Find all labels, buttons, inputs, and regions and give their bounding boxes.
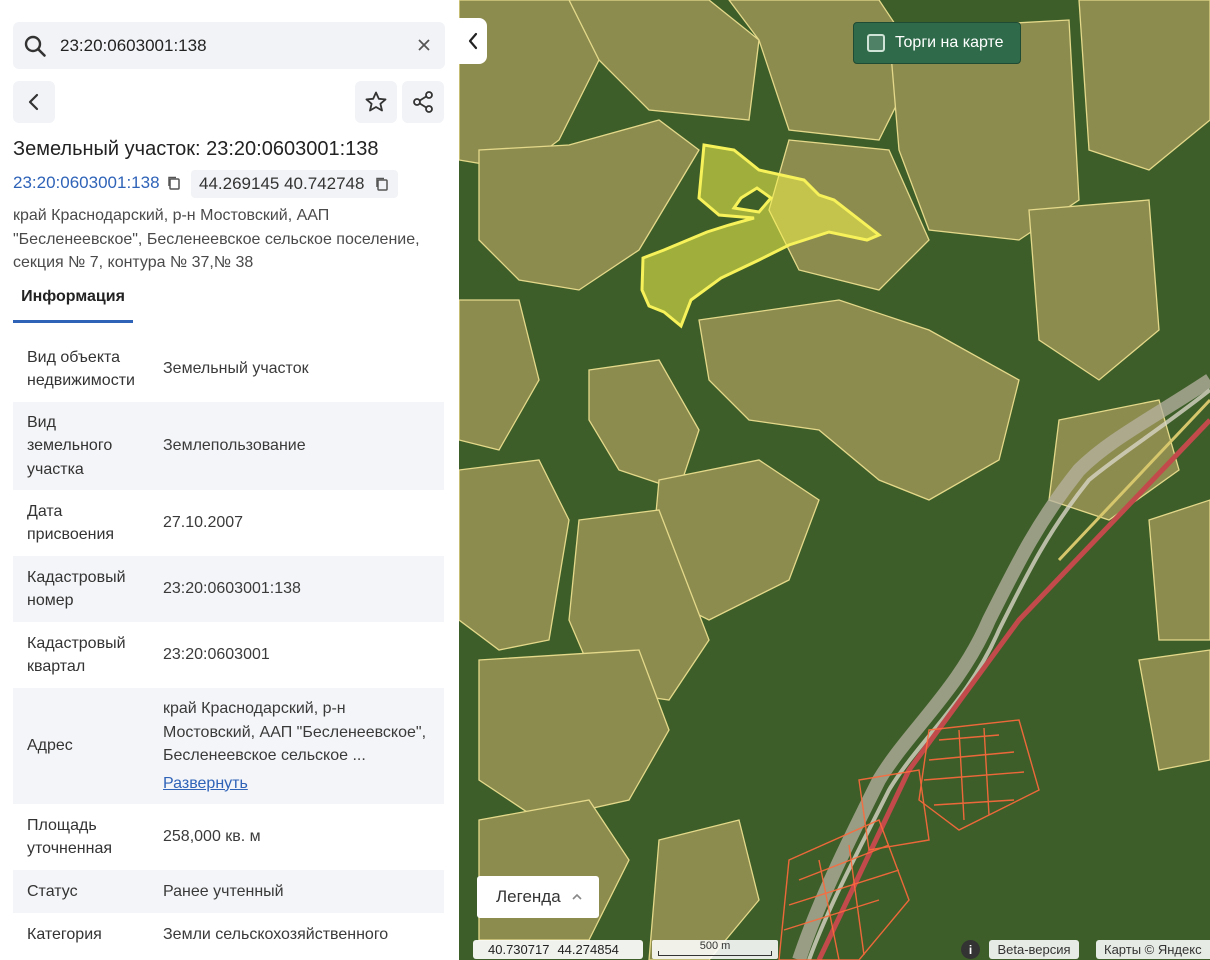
legend-label: Легенда <box>496 887 561 906</box>
auctions-label: Торги на карте <box>895 34 1004 51</box>
row-key: Дата присвоения <box>27 502 115 544</box>
row-value: 23:20:0603001 <box>163 646 270 664</box>
scale-line <box>658 951 772 956</box>
collapse-panel-button[interactable] <box>459 18 487 64</box>
row-key: Вид земельного участка <box>27 413 113 478</box>
search-icon[interactable] <box>23 34 47 58</box>
back-button[interactable] <box>13 81 55 123</box>
row-value: 23:20:0603001:138 <box>163 580 301 598</box>
legend-button[interactable]: Легенда <box>477 876 599 918</box>
table-row: Кадастровый квартал 23:20:0603001 <box>13 622 444 688</box>
address-text: край Краснодарский, р-н Мостовский, ААП … <box>13 207 420 271</box>
satellite-map[interactable] <box>459 0 1210 960</box>
favorite-button[interactable] <box>355 81 397 123</box>
table-row: Категория Земли сельскохозяйственного <box>13 913 444 956</box>
info-panel: Земельный участок: 23:20:0603001:138 23:… <box>0 0 459 960</box>
map-view[interactable]: Торги на карте Легенда 40.730717 44.2748… <box>459 0 1210 960</box>
chevron-left-icon <box>468 32 478 50</box>
row-key: Вид объекта недвижимости <box>27 348 135 390</box>
coordinates-text: 44.269145 40.742748 <box>199 174 365 193</box>
share-button[interactable] <box>402 81 444 123</box>
map-footer: 40.730717 44.274854 500 m i Beta-версия … <box>459 938 1210 960</box>
search-bar <box>13 22 445 69</box>
row-key: Кадастровый квартал <box>27 634 126 676</box>
scale-bar: 500 m <box>652 940 778 959</box>
row-value: Землепользование <box>163 437 306 455</box>
row-value: 27.10.2007 <box>163 514 244 532</box>
copy-icon[interactable] <box>374 176 390 192</box>
row-key: Категория <box>27 925 102 943</box>
table-row: Площадь уточненная 258,000 кв. м <box>13 804 444 870</box>
row-value: Земельный участок <box>163 360 309 378</box>
share-icon <box>413 91 433 113</box>
row-key: Статус <box>27 882 78 900</box>
beta-label: Beta-версия <box>989 940 1079 959</box>
star-icon <box>365 91 387 112</box>
table-row: Вид земельного участка Землепользование <box>13 402 444 490</box>
cursor-lon: 40.730717 <box>488 942 550 957</box>
auctions-checkbox[interactable] <box>867 34 885 52</box>
table-row: Дата присвоения 27.10.2007 <box>13 490 444 556</box>
row-value-wrap: край Краснодарский, р-н Мостовский, ААП … <box>163 697 444 795</box>
clear-icon[interactable] <box>415 36 433 54</box>
cursor-lat: 44.274854 <box>557 942 619 957</box>
table-row: Вид объекта недвижимости Земельный участ… <box>13 336 444 402</box>
map-copyright[interactable]: Карты © Яндекс <box>1096 940 1210 959</box>
row-key: Кадастровый номер <box>27 568 126 610</box>
row-value: Земли сельскохозяйственного <box>163 925 389 943</box>
row-value: Ранее учтенный <box>163 882 284 900</box>
auctions-toggle[interactable]: Торги на карте <box>853 22 1021 64</box>
row-key: Площадь уточненная <box>27 816 112 858</box>
row-key: Адрес <box>27 737 73 755</box>
table-row: Кадастровый номер 23:20:0603001:138 <box>13 556 444 622</box>
chevron-left-icon <box>28 93 39 111</box>
row-value: край Краснодарский, р-н Мостовский, ААП … <box>163 700 427 764</box>
cadastral-number-text[interactable]: 23:20:0603001:138 <box>13 173 160 193</box>
table-row: Статус Ранее учтенный <box>13 870 444 913</box>
copy-icon[interactable] <box>166 175 182 191</box>
table-row: Адрес край Краснодарский, р-н Мостовский… <box>13 688 444 804</box>
info-icon[interactable]: i <box>961 940 980 959</box>
row-value: 258,000 кв. м <box>163 828 261 846</box>
chevron-up-icon <box>572 893 582 900</box>
cursor-coordinates: 40.730717 44.274854 <box>473 940 643 959</box>
tab-information[interactable]: Информация <box>13 286 133 323</box>
search-input[interactable] <box>60 35 390 56</box>
page-title: Земельный участок: 23:20:0603001:138 <box>13 138 379 160</box>
cadastral-number-link[interactable]: 23:20:0603001:138 <box>13 173 182 193</box>
info-table: Вид объекта недвижимости Земельный участ… <box>13 336 444 956</box>
coordinates-chip[interactable]: 44.269145 40.742748 <box>191 170 399 198</box>
expand-link[interactable]: Развернуть <box>163 772 436 796</box>
